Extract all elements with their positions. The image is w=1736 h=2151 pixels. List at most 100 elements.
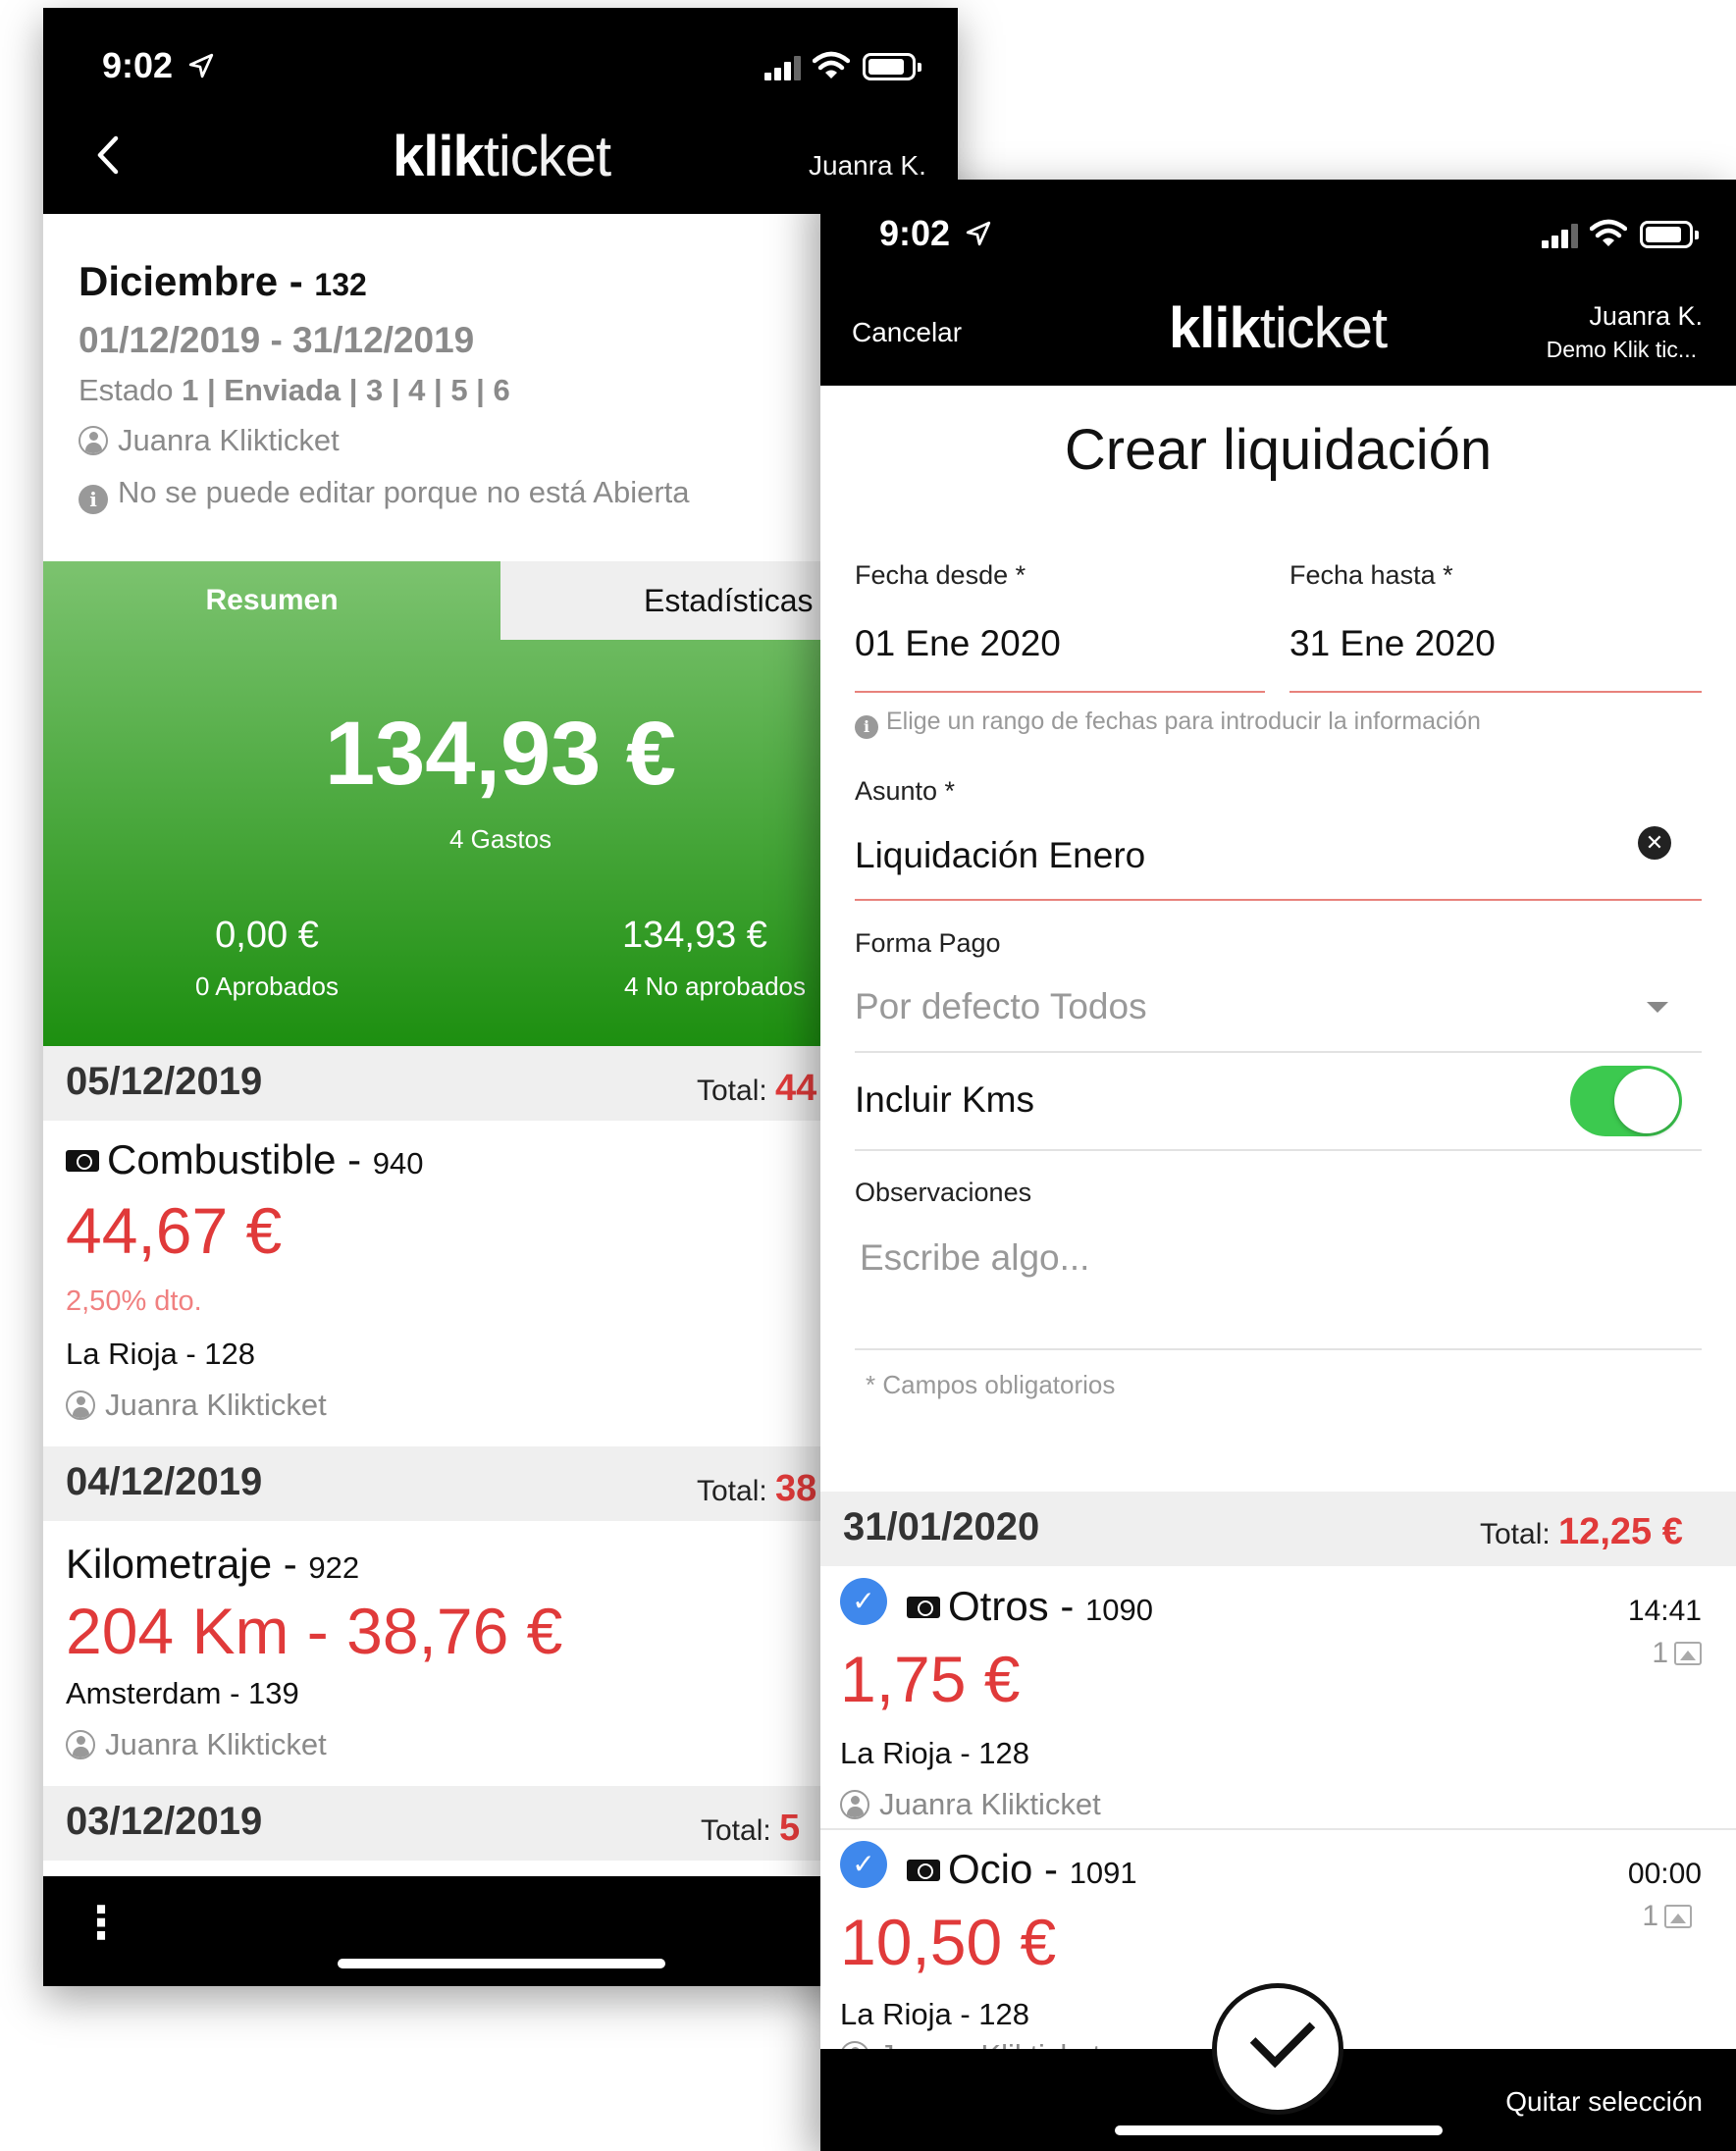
row-divider	[820, 1828, 1736, 1830]
report-notice: i No se puede editar porque no está Abier…	[79, 475, 690, 514]
back-chevron-icon[interactable]	[94, 135, 120, 175]
signal-icon	[764, 55, 804, 80]
battery-icon	[1640, 221, 1699, 248]
image-icon	[1664, 1905, 1692, 1928]
aprobados-label: 0 Aprobados	[194, 971, 339, 1001]
location-arrow-icon	[966, 221, 991, 246]
report-owner: Juanra Klikticket	[79, 423, 340, 458]
section-date: 04/12/2019	[66, 1460, 263, 1503]
date-hint: i Elige un rango de fechas para introduci…	[855, 708, 1481, 739]
wifi-icon	[813, 51, 850, 79]
brand-logo: klikticket	[1169, 296, 1388, 360]
cash-icon	[907, 1597, 940, 1618]
home-indicator	[338, 1959, 665, 1968]
company-name: Demo Klik tic...	[1546, 337, 1697, 362]
cash-icon	[66, 1150, 99, 1172]
page-title: Crear liquidación	[1064, 418, 1493, 482]
asunto-underline	[855, 899, 1702, 901]
brand-logo: klikticket	[393, 125, 611, 188]
cash-icon	[907, 1860, 940, 1881]
status-icons	[764, 51, 958, 84]
expense-amount: 204 Km - 38,76 €	[66, 1595, 563, 1667]
fecha-desde-underline	[855, 691, 1265, 693]
location-arrow-icon	[188, 53, 214, 79]
person-icon	[66, 1730, 95, 1759]
battery-icon	[863, 53, 921, 80]
asunto-input[interactable]: Liquidación Enero	[855, 835, 1145, 876]
section-total: Total: 44	[697, 1068, 817, 1109]
expense-amount: 44,67 €	[66, 1194, 283, 1267]
no-aprobados-label: 4 No aprobados	[624, 971, 807, 1001]
fecha-hasta-label: Fecha hasta *	[1289, 560, 1453, 590]
checkmark-icon[interactable]: ✓	[840, 1578, 887, 1625]
fecha-hasta-underline	[1289, 691, 1702, 693]
forma-pago-underline	[855, 1051, 1702, 1053]
person-icon	[840, 1790, 869, 1819]
image-icon	[1674, 1642, 1702, 1665]
wifi-icon	[1590, 219, 1627, 246]
expense-person: Juanra Klikticket	[840, 1787, 1101, 1822]
user-name[interactable]: Juanra K.	[1589, 301, 1703, 332]
aprobados-amount: 0,00 €	[215, 915, 319, 956]
home-indicator	[1115, 2125, 1443, 2135]
info-icon: i	[79, 485, 108, 514]
expense-amount: 1,75 €	[840, 1643, 1021, 1715]
incluir-kms-underline	[855, 1149, 1702, 1151]
expense-title[interactable]: Otros - 1090	[907, 1583, 1153, 1630]
signal-icon	[1542, 223, 1581, 248]
status-time: 9:02	[879, 213, 951, 253]
expense-attachments[interactable]: 1	[1642, 1900, 1692, 1933]
observaciones-input[interactable]: Escribe algo...	[860, 1237, 1089, 1279]
expense-title[interactable]: Combustible - 940	[66, 1136, 424, 1183]
section-date: 31/01/2020	[843, 1505, 1040, 1548]
person-icon	[66, 1390, 95, 1420]
fecha-desde-input[interactable]: 01 Ene 2020	[855, 623, 1061, 664]
fecha-desde-label: Fecha desde *	[855, 560, 1026, 590]
report-title: Diciembre - 132	[79, 258, 367, 304]
required-note: * Campos obligatorios	[866, 1370, 1116, 1399]
expense-time: 14:41	[1627, 1595, 1702, 1627]
report-date-range: 01/12/2019 - 31/12/2019	[79, 320, 475, 360]
forma-pago-label: Forma Pago	[855, 928, 1001, 958]
incluir-kms-label: Incluir Kms	[855, 1079, 1034, 1120]
expense-location: La Rioja - 128	[840, 1997, 1030, 2031]
section-date: 03/12/2019	[66, 1800, 263, 1843]
expense-location: La Rioja - 128	[840, 1736, 1030, 1770]
report-status: Estado 1 | Enviada | 3 | 4 | 5 | 6	[79, 373, 510, 407]
no-aprobados-amount: 134,93 €	[622, 915, 767, 956]
incluir-kms-toggle[interactable]	[1570, 1066, 1682, 1136]
status-icons	[1542, 219, 1734, 252]
header-bar: 9:02 Cancelar klikticket Juanra K. Demo …	[820, 180, 1736, 386]
checkmark-icon[interactable]: ✓	[840, 1841, 887, 1888]
observaciones-underline	[855, 1348, 1702, 1350]
person-icon	[79, 426, 108, 455]
forma-pago-select[interactable]: Por defecto Todos	[855, 986, 1147, 1027]
crear-liquidacion-screen: 9:02 Cancelar klikticket Juanra K. Demo …	[820, 180, 1736, 2151]
expense-person: Juanra Klikticket	[66, 1388, 327, 1423]
section-total: Total: 12,25 €	[1480, 1511, 1683, 1552]
day-section-header: 31/01/2020 Total: 12,25 €	[820, 1492, 1736, 1566]
toggle-knob	[1614, 1069, 1679, 1133]
expense-attachments[interactable]: 1	[1652, 1637, 1702, 1670]
cancel-button[interactable]: Cancelar	[852, 317, 962, 348]
expense-discount: 2,50% dto.	[66, 1285, 202, 1317]
section-total: Total: 38	[697, 1468, 817, 1509]
observaciones-label: Observaciones	[855, 1178, 1032, 1207]
expense-title[interactable]: Kilometraje - 922	[66, 1541, 359, 1588]
expense-amount: 10,50 €	[840, 1906, 1057, 1978]
expense-location: Amsterdam - 139	[66, 1676, 299, 1710]
confirm-check-button[interactable]	[1212, 1983, 1343, 2115]
info-icon: i	[855, 715, 878, 739]
user-name[interactable]: Juanra K.	[809, 150, 926, 182]
status-time: 9:02	[102, 45, 174, 85]
tab-resumen[interactable]: Resumen	[43, 561, 500, 640]
clear-icon[interactable]: ✕	[1638, 826, 1671, 860]
section-date: 05/12/2019	[66, 1060, 263, 1103]
quitar-seleccion-button[interactable]: Quitar selección	[1505, 2086, 1703, 2118]
fecha-hasta-input[interactable]: 31 Ene 2020	[1289, 623, 1496, 664]
expense-person: Juanra Klikticket	[66, 1727, 327, 1762]
dropdown-caret-icon[interactable]	[1647, 1002, 1668, 1013]
more-vertical-icon[interactable]: ⋮	[79, 1896, 124, 1949]
expense-title[interactable]: Ocio - 1091	[907, 1846, 1137, 1893]
expense-time: 00:00	[1627, 1858, 1702, 1890]
